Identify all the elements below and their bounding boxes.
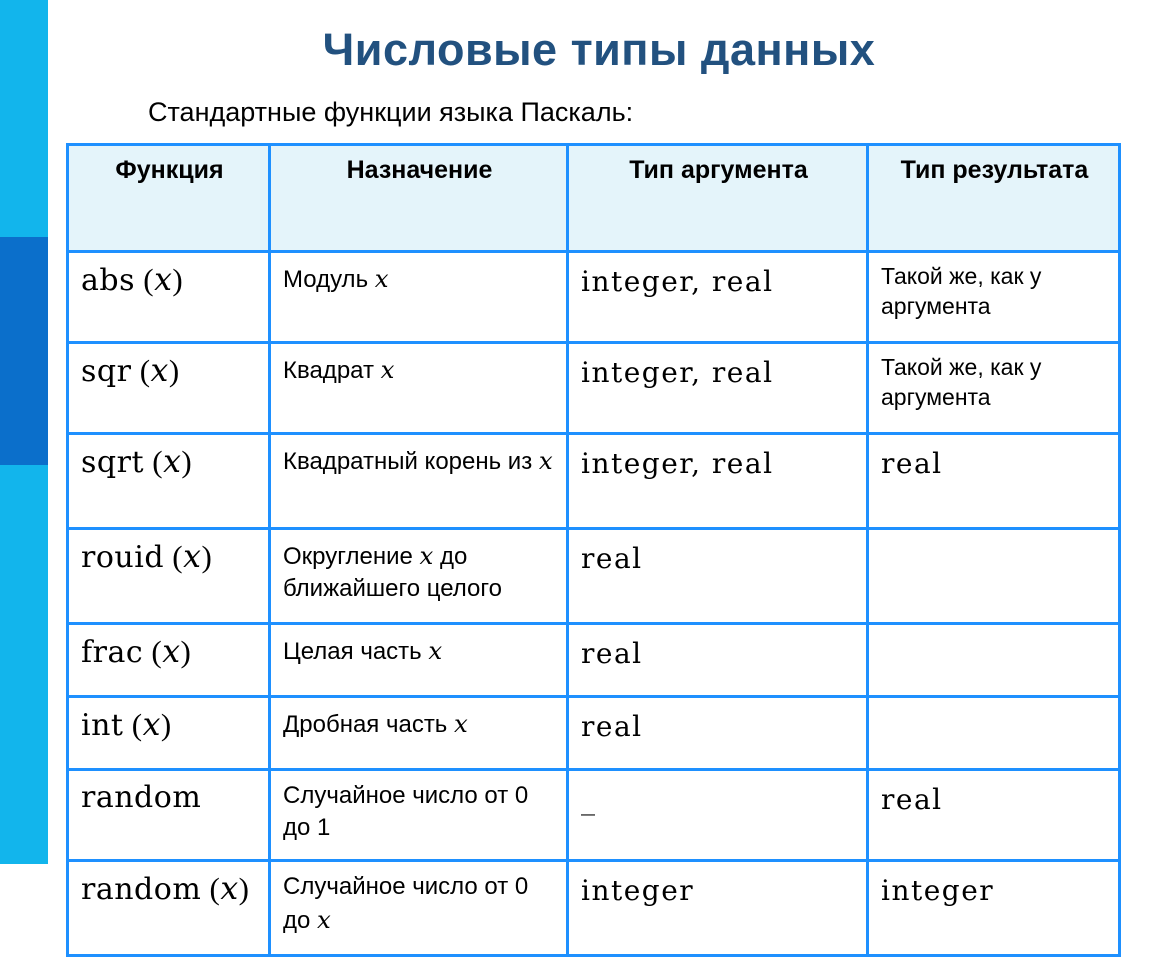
cell-purpose: Округление x до ближайшего целого — [268, 527, 569, 625]
cell-function-name: sqrt (x) — [66, 432, 271, 530]
function-argument: (x) — [131, 353, 180, 389]
cell-result-type — [866, 695, 1121, 771]
table-row: frac (x) Целая часть x real — [66, 622, 1121, 698]
cell-function-name: sqr (x) — [66, 341, 271, 435]
column-header-purpose: Назначение — [268, 143, 569, 253]
cell-result-type: Такой же, как у аргумента — [866, 341, 1121, 435]
table-row: sqr (x) Квадрат x integer, real Такой же, к… — [66, 341, 1121, 435]
cell-argument-type: integer, real — [566, 341, 869, 435]
purpose-text: Округление — [283, 543, 420, 570]
cell-argument-type: real — [566, 527, 869, 625]
table-row: int (x) Дробная часть x real — [66, 695, 1121, 771]
function-argument: (x) — [123, 707, 172, 743]
purpose-text: Дробная часть — [283, 711, 454, 738]
cell-argument-type: integer — [566, 859, 869, 957]
pascal-functions-table: Функция Назначение Тип аргумента Тип рез… — [66, 143, 1121, 957]
purpose-variable: x — [428, 636, 443, 665]
purpose-variable: x — [453, 709, 468, 738]
cell-purpose: Случайное число от 0 до 1 — [268, 768, 569, 862]
function-argument: (x) — [143, 634, 192, 670]
cell-argument-type: real — [566, 695, 869, 771]
function-identifier: frac — [81, 635, 144, 670]
purpose-variable: x — [538, 446, 553, 475]
cell-result-type — [866, 527, 1121, 625]
cell-function-name: abs (x) — [66, 250, 271, 344]
cell-function-name: int (x) — [66, 695, 271, 771]
purpose-variable: x — [380, 355, 395, 384]
cell-argument-type: _ — [566, 768, 869, 862]
function-argument: (x) — [144, 444, 193, 480]
function-identifier: int — [81, 708, 124, 743]
function-argument: (x) — [135, 262, 184, 298]
function-identifier: abs — [81, 263, 135, 298]
cell-argument-type: integer, real — [566, 250, 869, 344]
purpose-text: Квадрат — [283, 357, 381, 384]
slide-content: Числовые типы данных Стандартные функции… — [48, 0, 1150, 957]
function-argument: (x) — [164, 539, 213, 575]
table-body: abs (x) Модуль x integer, real Такой же, ка… — [66, 250, 1121, 957]
cell-result-type: real — [866, 432, 1121, 530]
cell-argument-type: real — [566, 622, 869, 698]
function-argument: (x) — [201, 871, 250, 907]
purpose-text: Целая часть — [283, 638, 429, 665]
column-header-argument-type: Тип аргумента — [566, 143, 869, 253]
table-row: rouid (x) Округление x до ближайшего цело… — [66, 527, 1121, 625]
slide-subtitle: Стандартные функции языка Паскаль: — [148, 97, 634, 127]
table-row: abs (x) Модуль x integer, real Такой же, ка… — [66, 250, 1121, 344]
cell-purpose: Квадратный корень из x — [268, 432, 569, 530]
purpose-text: Случайное число от 0 до 1 — [283, 782, 529, 842]
function-identifier: random — [81, 780, 202, 815]
function-identifier: random — [81, 872, 202, 907]
cell-function-name: rouid (x) — [66, 527, 271, 625]
cell-argument-type: integer, real — [566, 432, 869, 530]
table-row: random Случайное число от 0 до 1 _ real — [66, 768, 1121, 862]
cell-function-name: random — [66, 768, 271, 862]
table-row: sqrt (x) Квадратный корень из x integer, r… — [66, 432, 1121, 530]
cell-function-name: random (x) — [66, 859, 271, 957]
purpose-variable: x — [317, 905, 331, 935]
purpose-text: Квадратный корень из — [283, 448, 539, 475]
cell-purpose: Дробная часть x — [268, 695, 569, 771]
cell-result-type: Такой же, как у аргумента — [866, 250, 1121, 344]
purpose-text: Модуль — [283, 266, 375, 293]
column-header-result-type: Тип результата — [866, 143, 1121, 253]
function-identifier: sqr — [81, 354, 132, 389]
cell-purpose: Модуль x — [268, 250, 569, 344]
cell-purpose: Квадрат x — [268, 341, 569, 435]
table-row: random (x) Случайное число от 0 до x integ… — [66, 859, 1121, 957]
cell-function-name: frac (x) — [66, 622, 271, 698]
cell-result-type — [866, 622, 1121, 698]
page-title: Числовые типы данных — [322, 24, 876, 75]
table-header-row: Функция Назначение Тип аргумента Тип рез… — [66, 143, 1121, 253]
cell-purpose: Случайное число от 0 до x — [268, 859, 569, 957]
function-identifier: rouid — [81, 540, 165, 575]
table-header: Функция Назначение Тип аргумента Тип рез… — [66, 143, 1121, 253]
purpose-variable: x — [374, 264, 389, 293]
left-accent-band-highlight — [0, 237, 48, 465]
cell-result-type: real — [866, 768, 1121, 862]
column-header-function: Функция — [66, 143, 271, 253]
cell-purpose: Целая часть x — [268, 622, 569, 698]
purpose-variable: x — [419, 541, 434, 570]
cell-result-type: integer — [866, 859, 1121, 957]
function-identifier: sqrt — [81, 445, 144, 480]
